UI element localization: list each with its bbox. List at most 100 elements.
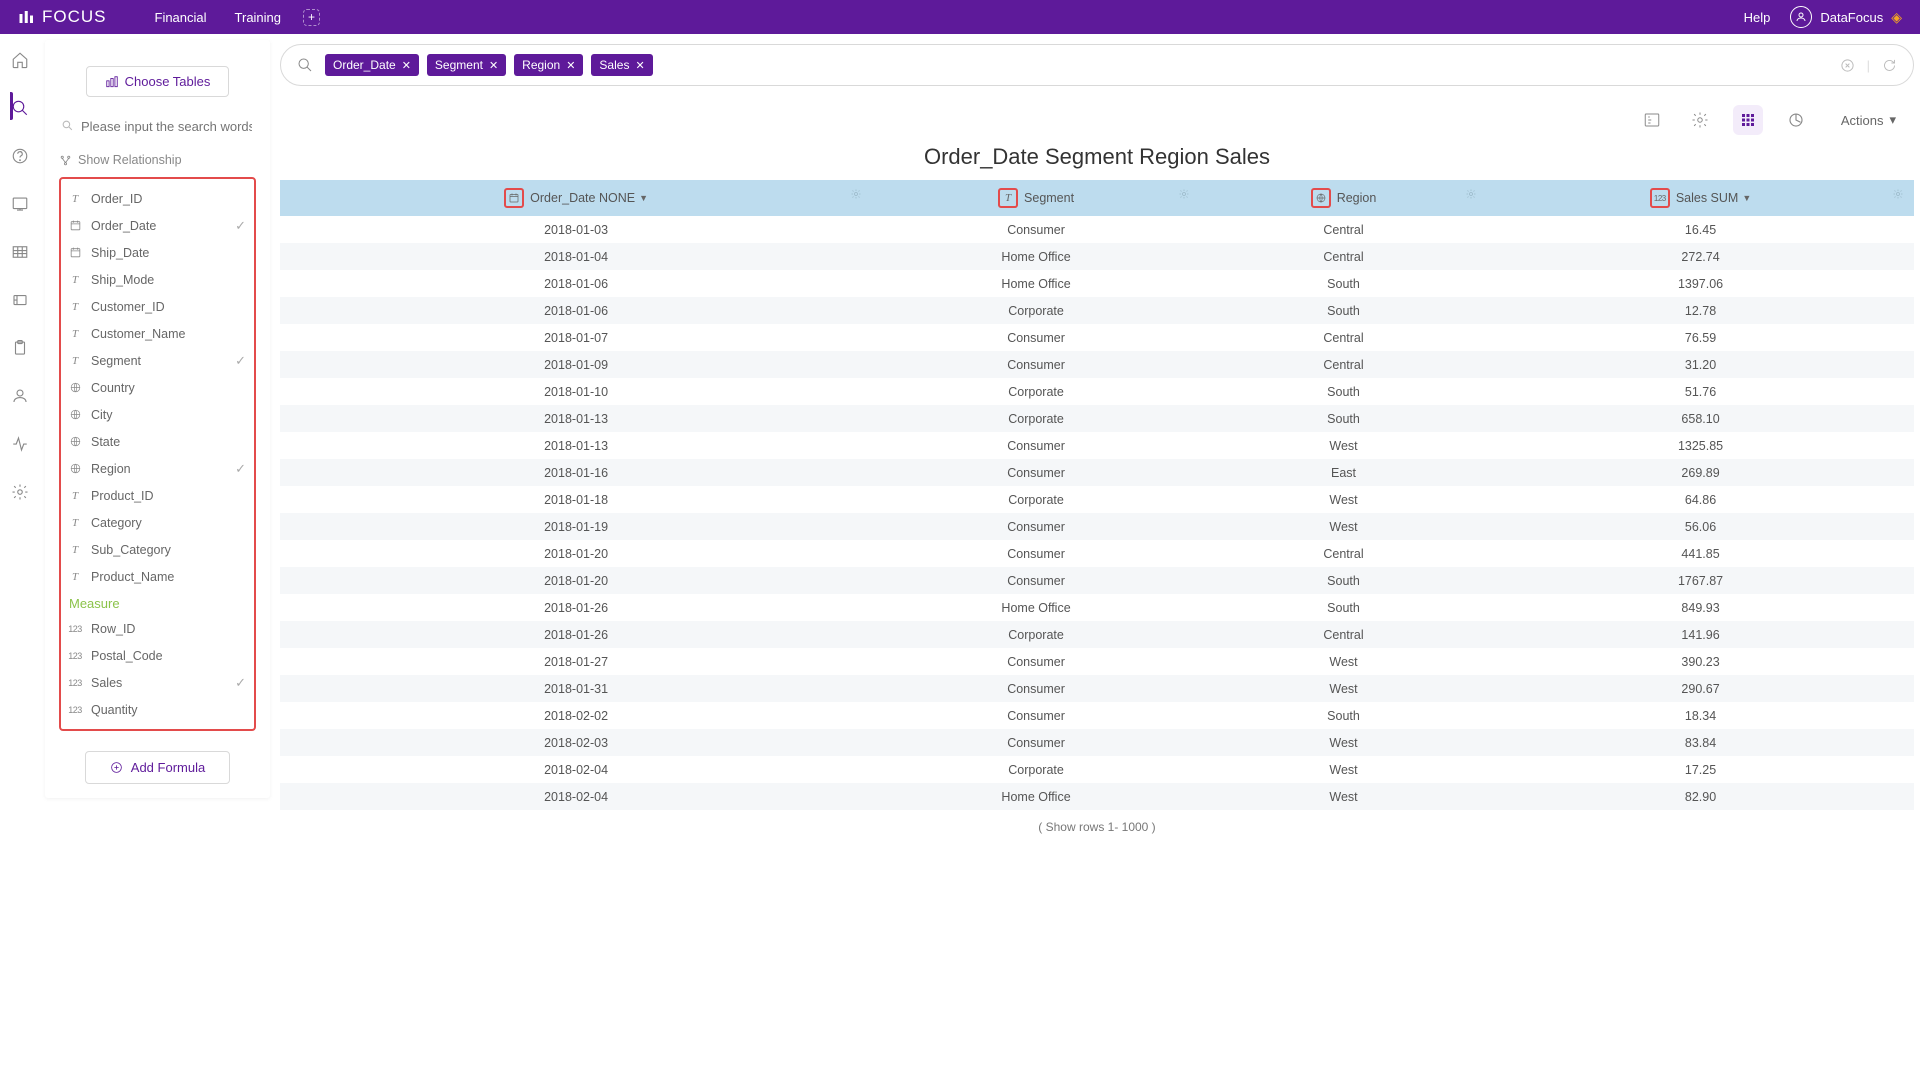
query-pill[interactable]: Sales ✕ [591,54,652,76]
tab-financial[interactable]: Financial [155,10,207,25]
column-header[interactable]: 123Sales SUM▼ [1487,180,1914,216]
table-row[interactable]: 2018-01-18CorporateWest64.86 [280,486,1914,513]
column-gear-icon[interactable] [1892,188,1904,200]
table-row[interactable]: 2018-01-20ConsumerCentral441.85 [280,540,1914,567]
measure-row[interactable]: 123Row_ID [63,615,254,642]
table-row[interactable]: 2018-02-04CorporateWest17.25 [280,756,1914,783]
field-row[interactable]: TOrder_ID [63,185,254,212]
field-row[interactable]: TCustomer_Name [63,320,254,347]
actions-menu[interactable]: Actions ▾ [1841,112,1896,128]
table-row[interactable]: 2018-01-20ConsumerSouth1767.87 [280,567,1914,594]
query-right-controls: | [1840,58,1897,73]
table-row[interactable]: 2018-01-09ConsumerCentral31.20 [280,351,1914,378]
field-row[interactable]: TSub_Category [63,536,254,563]
table-row[interactable]: 2018-01-19ConsumerWest56.06 [280,513,1914,540]
query-pill[interactable]: Segment✕ [427,54,506,76]
number-type-icon: 123 [67,675,83,691]
pill-remove-icon[interactable]: ✕ [566,59,575,72]
table-cell: Consumer [872,567,1200,594]
user-menu[interactable]: DataFocus ◈ [1790,6,1902,28]
add-formula-button[interactable]: Add Formula [85,751,230,784]
field-row[interactable]: State [63,428,254,455]
topbar: FOCUS Financial Training + Help DataFocu… [0,0,1920,34]
field-row[interactable]: Region✓ [63,455,254,482]
field-row[interactable]: TShip_Mode [63,266,254,293]
field-row[interactable]: Country [63,374,254,401]
divider: | [1867,58,1870,73]
pill-remove-icon[interactable]: ✕ [489,59,498,72]
table-row[interactable]: 2018-01-31ConsumerWest290.67 [280,675,1914,702]
field-row[interactable]: TCategory [63,509,254,536]
show-relationship-toggle[interactable]: Show Relationship [59,153,256,167]
column-header[interactable]: TSegment [872,180,1200,216]
rail-dashboard-icon[interactable] [10,194,30,214]
table-row[interactable]: 2018-02-04Home OfficeWest82.90 [280,783,1914,810]
field-row[interactable]: TProduct_Name [63,563,254,590]
table-cell: South [1200,378,1487,405]
table-row[interactable]: 2018-01-06CorporateSouth12.78 [280,297,1914,324]
table-row[interactable]: 2018-01-13ConsumerWest1325.85 [280,432,1914,459]
refresh-query-icon[interactable] [1882,58,1897,73]
table-cell: Corporate [872,405,1200,432]
field-row[interactable]: Ship_Date [63,239,254,266]
pill-remove-icon[interactable]: ✕ [402,59,411,72]
table-row[interactable]: 2018-01-03ConsumerCentral16.45 [280,216,1914,243]
measure-row[interactable]: 123Quantity [63,696,254,723]
rail-help-icon[interactable] [10,146,30,166]
field-row[interactable]: TProduct_ID [63,482,254,509]
column-label: Segment [1024,191,1074,205]
query-pill[interactable]: Order_Date✕ [325,54,419,76]
measure-row[interactable]: 123Postal_Code [63,642,254,669]
table-cell: 2018-01-31 [280,675,872,702]
column-gear-icon[interactable] [850,188,862,200]
table-cell: Consumer [872,432,1200,459]
grid-view-icon[interactable] [1733,105,1763,135]
table-row[interactable]: 2018-01-26CorporateCentral141.96 [280,621,1914,648]
rail-clipboard-icon[interactable] [10,338,30,358]
add-tab-button[interactable]: + [303,9,320,26]
field-row[interactable]: City [63,401,254,428]
table-row[interactable]: 2018-01-16ConsumerEast269.89 [280,459,1914,486]
column-gear-icon[interactable] [1465,188,1477,200]
number-type-icon: 123 [67,702,83,718]
field-row[interactable]: TSegment✓ [63,347,254,374]
table-row[interactable]: 2018-01-04Home OfficeCentral272.74 [280,243,1914,270]
column-header[interactable]: Region [1200,180,1487,216]
query-pill[interactable]: Region✕ [514,54,583,76]
table-body: 2018-01-03ConsumerCentral16.452018-01-04… [280,216,1914,810]
rail-home-icon[interactable] [10,50,30,70]
table-cell: West [1200,783,1487,810]
table-row[interactable]: 2018-01-26Home OfficeSouth849.93 [280,594,1914,621]
rail-activity-icon[interactable] [10,434,30,454]
field-search-input[interactable] [59,113,256,141]
field-row[interactable]: Order_Date✓ [63,212,254,239]
query-bar[interactable]: Order_Date✕ Segment✕ Region✕ Sales ✕ | [280,44,1914,86]
table-row[interactable]: 2018-02-03ConsumerWest83.84 [280,729,1914,756]
sql-view-icon[interactable] [1637,105,1667,135]
table-row[interactable]: 2018-02-02ConsumerSouth18.34 [280,702,1914,729]
table-row[interactable]: 2018-01-13CorporateSouth658.10 [280,405,1914,432]
config-gear-icon[interactable] [1685,105,1715,135]
table-cell: 2018-01-18 [280,486,872,513]
rail-module-icon[interactable] [10,290,30,310]
column-header[interactable]: Order_Date NONE▼ [280,180,872,216]
table-cell: 31.20 [1487,351,1914,378]
rail-search-icon[interactable] [10,98,30,118]
pill-label: Sales [599,58,629,72]
rail-settings-icon[interactable] [10,482,30,502]
tab-training[interactable]: Training [235,10,281,25]
clear-query-icon[interactable] [1840,58,1855,73]
help-link[interactable]: Help [1744,10,1771,25]
column-gear-icon[interactable] [1178,188,1190,200]
rail-user-icon[interactable] [10,386,30,406]
choose-tables-button[interactable]: Choose Tables [86,66,230,97]
chart-view-icon[interactable] [1781,105,1811,135]
field-row[interactable]: TCustomer_ID [63,293,254,320]
table-row[interactable]: 2018-01-06Home OfficeSouth1397.06 [280,270,1914,297]
measure-row[interactable]: 123Sales✓ [63,669,254,696]
rail-table-icon[interactable] [10,242,30,262]
table-row[interactable]: 2018-01-07ConsumerCentral76.59 [280,324,1914,351]
pill-remove-icon[interactable]: ✕ [635,59,644,72]
table-row[interactable]: 2018-01-10CorporateSouth51.76 [280,378,1914,405]
table-row[interactable]: 2018-01-27ConsumerWest390.23 [280,648,1914,675]
